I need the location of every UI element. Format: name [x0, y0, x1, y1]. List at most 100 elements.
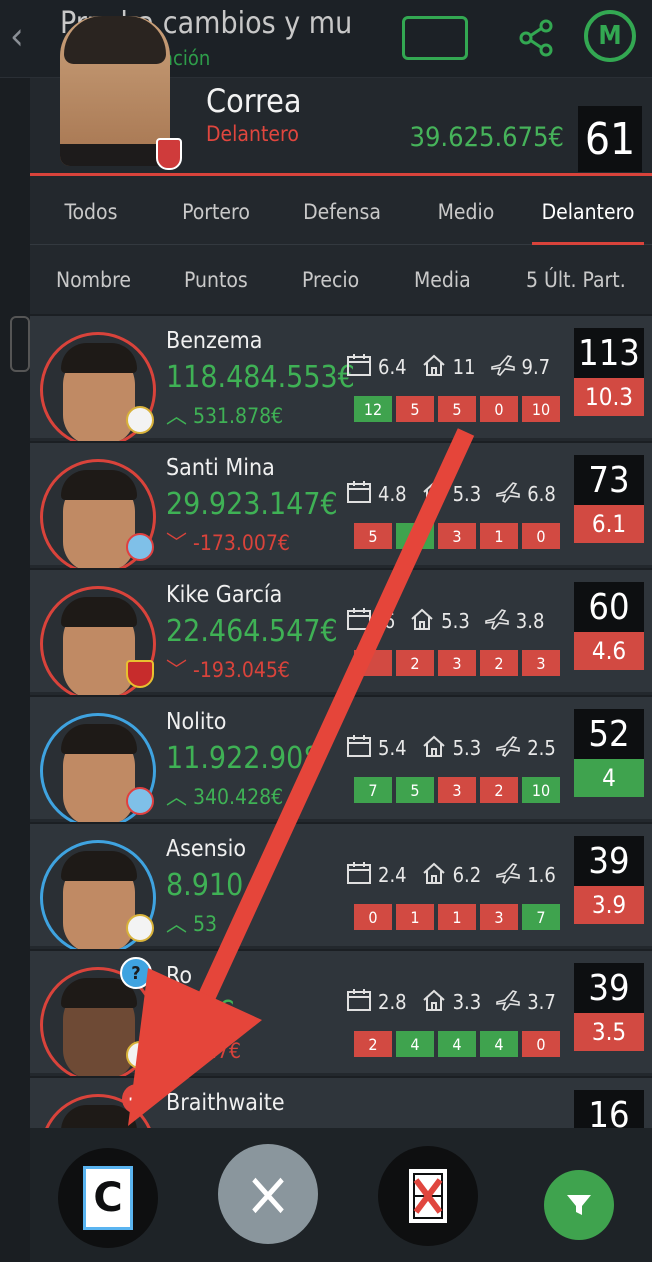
club-badge-icon [126, 1041, 154, 1069]
bottom-action-bar: C × [30, 1128, 652, 1262]
plane-icon [495, 734, 521, 763]
match-score: 4 [480, 1031, 518, 1057]
slot-machine-icon[interactable] [402, 16, 468, 60]
doubtful-status-icon: ? [120, 957, 152, 989]
position-tabs: Todos Portero Defensa Medio Delantero [30, 179, 652, 245]
remove-lineup-button[interactable] [378, 1146, 478, 1246]
calendar-icon [346, 353, 372, 382]
home-icon [421, 353, 447, 382]
match-score: 4 [438, 1031, 476, 1057]
home-average: 3.3 [452, 990, 482, 1014]
tab-todos[interactable]: Todos [30, 179, 152, 245]
captain-icon: C [83, 1166, 133, 1230]
filter-icon [567, 1195, 591, 1215]
season-average: 2.4 [378, 863, 407, 887]
tab-medio[interactable]: Medio [404, 179, 528, 245]
selected-player-price: 39.625.675€ [409, 122, 565, 153]
tab-delantero[interactable]: Delantero [524, 179, 652, 245]
away-average: 2.5 [527, 736, 556, 760]
player-name: Santi Mina [166, 455, 275, 481]
home-average: 5.3 [452, 736, 482, 760]
season-average: 6.4 [378, 355, 407, 379]
home-average: 11 [452, 355, 476, 379]
filter-button[interactable] [544, 1170, 614, 1240]
player-average: 3.9 [574, 886, 644, 924]
side-tab[interactable] [10, 316, 30, 372]
player-price: 29.923.147€ [166, 487, 338, 522]
player-average: 6.1 [574, 505, 644, 543]
sort-precio[interactable]: Precio [302, 246, 359, 314]
player-average: 3.5 [574, 1013, 644, 1051]
player-stats: 5.4 5.3 2.5 [346, 734, 556, 763]
share-icon[interactable] [516, 18, 556, 62]
match-score: 10 [522, 396, 560, 422]
selected-player-points: 61 [578, 106, 642, 172]
player-stats: 4.8 5.3 6.8 [346, 480, 556, 509]
field-remove-icon [409, 1169, 447, 1223]
captain-button[interactable]: C [58, 1148, 158, 1248]
player-stats: 6.4 11 9.7 [346, 353, 550, 382]
match-score: 10 [522, 777, 560, 803]
selected-player-header: Correa Delantero 39.625.675€ 61 [30, 16, 652, 176]
sort-media[interactable]: Media [414, 246, 471, 314]
price-change: ﹀ -173.007€ [166, 531, 290, 555]
away-average: 6.8 [527, 482, 556, 506]
player-price: 11.922.908 [166, 741, 321, 776]
season-average: 5.4 [378, 736, 407, 760]
back-icon[interactable]: ‹ [10, 14, 24, 58]
player-stats: 2.8 3.3 3.7 [346, 988, 556, 1017]
away-average: 3.7 [527, 990, 556, 1014]
plane-icon [484, 607, 510, 636]
match-score [354, 650, 392, 676]
match-score: 0 [480, 396, 518, 422]
calendar-icon [346, 734, 372, 763]
player-row[interactable]: Kike García 22.464.547€ ﹀ -193.045€ .6 5.3 3.… [30, 568, 652, 702]
sort-bar: Nombre Puntos Precio Media 5 Últ. Part. [30, 246, 652, 314]
home-icon [409, 607, 435, 636]
match-score: 7 [354, 777, 392, 803]
club-badge-icon [126, 787, 154, 815]
match-score: 3 [480, 904, 518, 930]
player-row[interactable]: Benzema 118.484.553€ ︿ 531.878€ 6.4 11 9.7 12 5… [30, 314, 652, 448]
player-points: 60 [574, 582, 644, 632]
last-5-matches: 12 5 5 0 10 [354, 396, 560, 422]
sort-last-5[interactable]: 5 Últ. Part. [526, 246, 626, 314]
tab-defensa[interactable]: Defensa [280, 179, 404, 245]
player-row[interactable]: ? Ro 442€ ﹀ 527€ 2.8 3.3 3.7 2 4 4 4 0 39 3.5 [30, 949, 652, 1083]
match-score: 1 [480, 523, 518, 549]
match-score: 3 [438, 777, 476, 803]
price-change: ︿ 340.428€ [166, 785, 284, 809]
sort-nombre[interactable]: Nombre [56, 246, 131, 314]
chevron-up-icon: ︿ [166, 404, 193, 428]
match-score: 3 [438, 523, 476, 549]
background-strip [0, 78, 30, 1262]
sort-puntos[interactable]: Puntos [184, 246, 248, 314]
price-change: ﹀ -193.045€ [166, 658, 290, 682]
match-score: 0 [354, 904, 392, 930]
chevron-down-icon: ﹀ [166, 531, 193, 555]
player-row[interactable]: Santi Mina 29.923.147€ ﹀ -173.007€ 4.8 5.3 6.… [30, 441, 652, 575]
selected-player-name: Correa [206, 82, 302, 120]
club-badge-icon [126, 914, 154, 942]
calendar-icon [346, 480, 372, 509]
player-name: Nolito [166, 709, 227, 735]
player-average: 4.6 [574, 632, 644, 670]
last-5-matches: 7 5 3 2 10 [354, 777, 560, 803]
home-average: 6.2 [452, 863, 482, 887]
tab-portero[interactable]: Portero [154, 179, 278, 245]
app-logo[interactable]: M [584, 10, 636, 62]
calendar-icon [346, 988, 372, 1017]
player-price: 8.910 [166, 868, 244, 903]
home-icon [421, 988, 447, 1017]
match-score: 5 [396, 396, 434, 422]
club-badge-icon [126, 660, 154, 688]
player-points: 16 [574, 1090, 644, 1128]
close-button[interactable]: × [218, 1144, 318, 1244]
player-row[interactable]: Nolito 11.922.908 ︿ 340.428€ 5.4 5.3 2.5 7 5 3 2 1… [30, 695, 652, 829]
player-row[interactable]: Asensio 8.910 ︿ 53 2.4 6.2 1.6 0 1 1 3 7 39 3.9 [30, 822, 652, 956]
home-icon [421, 480, 447, 509]
home-average: 5.3 [441, 609, 470, 633]
player-row[interactable]: + Braithwaite 16 [30, 1076, 652, 1128]
match-score: 0 [522, 1031, 560, 1057]
last-5-matches: 24440 [354, 1031, 560, 1057]
